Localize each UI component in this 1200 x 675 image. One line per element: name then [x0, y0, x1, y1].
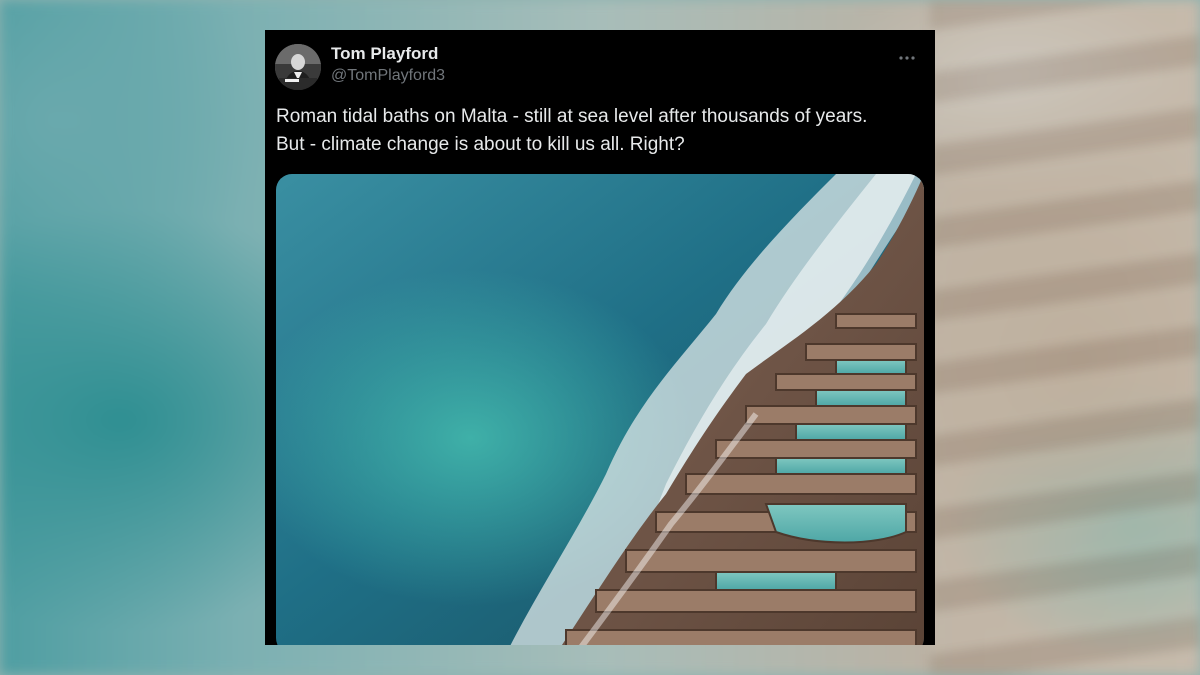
avatar[interactable]	[275, 44, 321, 90]
tweet-card: Tom Playford @TomPlayford3 Roman tidal b…	[265, 30, 935, 645]
tweet-text-line: But - climate change is about to kill us…	[276, 134, 685, 155]
more-horizontal-icon	[899, 56, 915, 60]
tidal-baths-photo	[276, 174, 924, 645]
tweet-text-line: Roman tidal baths on Malta - still at se…	[276, 106, 868, 127]
more-options-button[interactable]	[893, 48, 921, 68]
author-handle[interactable]: @TomPlayford3	[331, 67, 445, 85]
tweet-text: Roman tidal baths on Malta - still at se…	[276, 103, 926, 159]
author-name[interactable]: Tom Playford	[331, 44, 438, 64]
tweet-header: Tom Playford @TomPlayford3	[275, 42, 925, 90]
tweet-photo[interactable]	[276, 174, 924, 645]
avatar-portrait-image	[275, 44, 321, 90]
blurred-background-rocks	[930, 0, 1200, 675]
